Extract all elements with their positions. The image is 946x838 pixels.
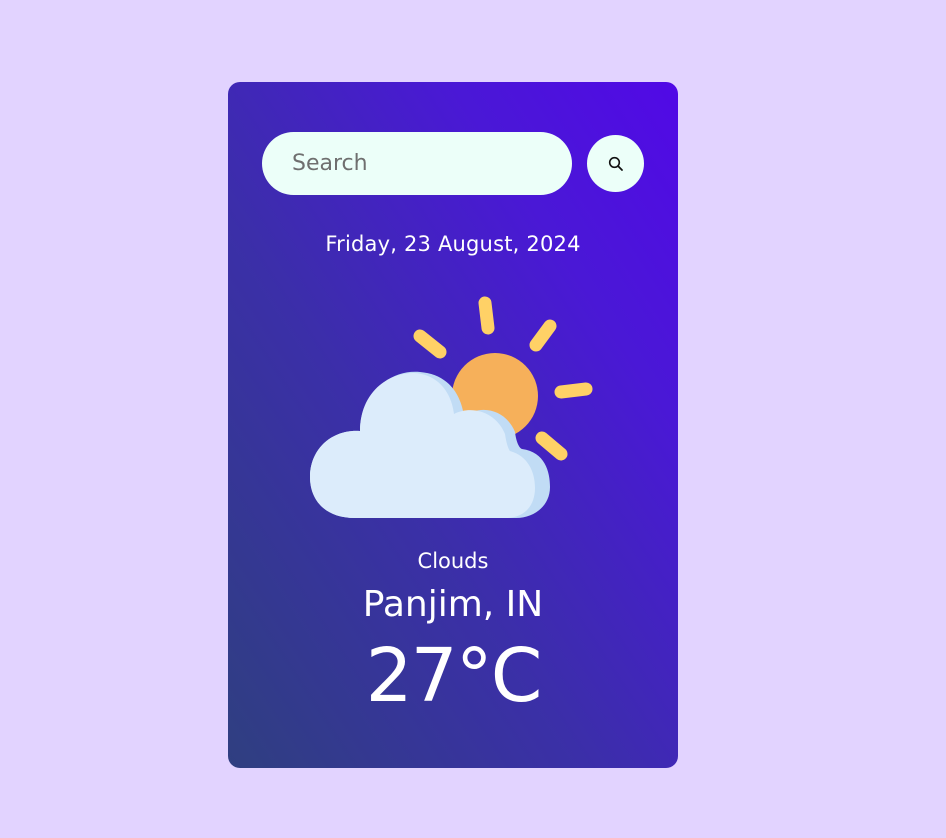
search-icon — [608, 156, 624, 172]
temperature: 27°C — [365, 633, 543, 719]
weather-card: Friday, 23 August, 2024 Clouds Panjim, I… — [228, 82, 678, 768]
search-button[interactable] — [587, 135, 644, 192]
location-name: Panjim, IN — [362, 584, 544, 625]
partly-cloudy-icon — [310, 294, 600, 519]
search-input[interactable] — [262, 132, 572, 195]
weather-condition: Clouds — [417, 549, 489, 573]
search-bar — [262, 132, 644, 195]
current-date: Friday, 23 August, 2024 — [325, 232, 581, 256]
